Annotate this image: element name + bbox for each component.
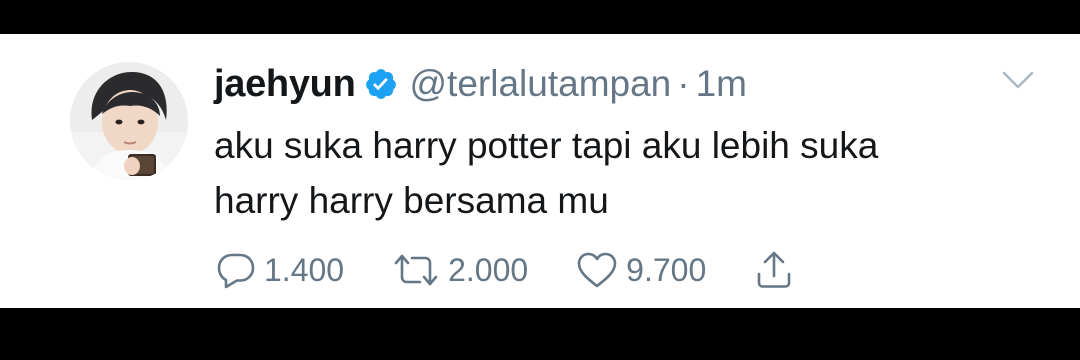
heart-icon bbox=[576, 251, 618, 289]
avatar[interactable] bbox=[70, 62, 188, 180]
like-button[interactable]: 9.700 bbox=[576, 251, 706, 289]
tweet-header: jaehyun @terlalutampan · 1m bbox=[214, 58, 747, 110]
retweet-count: 2.000 bbox=[448, 251, 529, 288]
screenshot-frame: jaehyun @terlalutampan · 1m aku suka har… bbox=[0, 0, 1080, 360]
tweet-actions: 1.400 2.000 9.700 bbox=[216, 248, 842, 292]
reply-button[interactable]: 1.400 bbox=[216, 251, 344, 289]
tweet-text: aku suka harry potter tapi aku lebih suk… bbox=[214, 118, 1034, 228]
like-count: 9.700 bbox=[626, 251, 707, 288]
reply-count: 1.400 bbox=[264, 251, 345, 288]
separator-dot: · bbox=[677, 63, 690, 104]
chevron-down-icon[interactable] bbox=[1000, 68, 1036, 92]
tweet-text-line: aku suka harry potter tapi aku lebih suk… bbox=[214, 125, 879, 166]
timestamp[interactable]: 1m bbox=[696, 63, 747, 105]
tweet-card[interactable]: jaehyun @terlalutampan · 1m aku suka har… bbox=[0, 34, 1080, 308]
share-icon bbox=[754, 250, 794, 290]
retweet-button[interactable]: 2.000 bbox=[392, 251, 528, 289]
display-name[interactable]: jaehyun bbox=[214, 63, 356, 106]
tweet-text-line: harry harry bersama mu bbox=[214, 180, 609, 221]
share-button[interactable] bbox=[754, 250, 794, 290]
verified-badge-icon bbox=[364, 67, 398, 101]
user-handle[interactable]: @terlalutampan bbox=[410, 63, 672, 105]
reply-icon bbox=[216, 251, 256, 289]
retweet-icon bbox=[392, 251, 440, 289]
